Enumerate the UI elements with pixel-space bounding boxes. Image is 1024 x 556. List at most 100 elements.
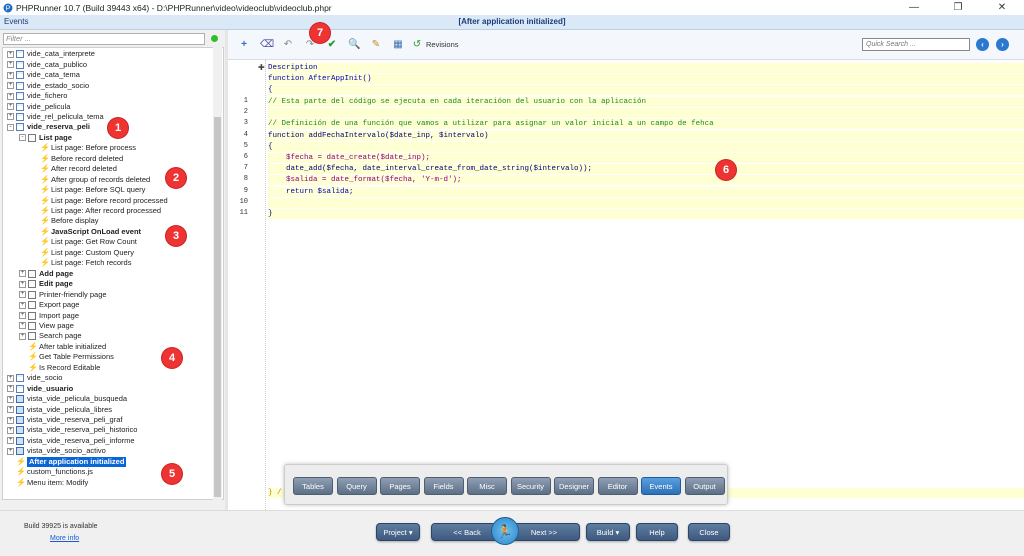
tree-item-event[interactable]: ⚡ After application initialized <box>7 456 127 468</box>
step-output-button[interactable]: Output <box>684 477 725 495</box>
expand-icon[interactable]: + <box>19 332 26 340</box>
tree-item-event[interactable]: ⚡ Menu item: Modify <box>7 477 88 488</box>
step-query-button[interactable]: Query <box>336 477 377 495</box>
step-fields-button[interactable]: Fields <box>423 477 464 495</box>
more-info-link[interactable]: More info <box>50 535 79 542</box>
tree-item-event[interactable]: ⚡ After record deleted <box>31 164 117 175</box>
expand-icon[interactable]: + <box>7 416 14 424</box>
filter-input[interactable]: Filter ... <box>3 33 205 45</box>
step-misc-button[interactable]: Misc <box>467 477 507 495</box>
tree-item-view[interactable]: + vista_vide_reserva_peli_historico <box>7 425 137 436</box>
expand-icon[interactable]: + <box>7 103 14 110</box>
tree-item-event[interactable]: ⚡ Is Record Editable <box>19 363 100 374</box>
tree-item-table[interactable]: + vide_cata_interprete <box>7 49 95 60</box>
search-next-icon[interactable]: › <box>996 38 1009 51</box>
expand-icon[interactable]: + <box>19 312 26 319</box>
tree-item-view[interactable]: + vista_vide_socio_activo <box>7 446 106 457</box>
tree-item-event[interactable]: ⚡ custom_functions.js <box>7 467 93 478</box>
tree-item-page[interactable]: + Edit page <box>19 279 73 290</box>
revisions-icon[interactable]: ↺ <box>411 39 423 51</box>
expand-icon[interactable]: + <box>19 270 26 278</box>
build-button[interactable]: Build ▾ <box>586 523 630 541</box>
undo-icon[interactable]: ↶ <box>282 39 294 51</box>
tree-item-event[interactable]: ⚡ List page: Before SQL query <box>31 185 145 196</box>
tree-item-event[interactable]: ⚡ List page: Before process <box>31 143 136 154</box>
expand-icon[interactable]: + <box>7 437 14 445</box>
tree-item-event[interactable]: ⚡ After group of records deleted <box>31 174 150 185</box>
tree-item-event[interactable]: ⚡ JavaScript OnLoad event <box>31 227 141 238</box>
tree-item-page[interactable]: + Printer-friendly page <box>19 289 107 300</box>
tree-item-view[interactable]: + vista_vide_reserva_peli_graf <box>7 415 122 426</box>
expand-icon[interactable]: + <box>19 280 26 288</box>
help-button[interactable]: Help <box>636 523 678 541</box>
tree-item-table[interactable]: + vide_cata_tema <box>7 70 80 81</box>
tree-item-event[interactable]: ⚡ After table initialized <box>19 342 106 353</box>
quick-search-input[interactable]: Quick Search ... <box>862 38 970 51</box>
tree-item-event[interactable]: ⚡ Before display <box>31 216 99 227</box>
step-designer-button[interactable]: Designer <box>554 477 594 495</box>
step-editor-button[interactable]: Editor <box>597 477 638 495</box>
step-tables-button[interactable]: Tables <box>293 477 333 495</box>
project-button[interactable]: Project ▾ <box>376 523 420 541</box>
step-events-button[interactable]: Events <box>641 477 681 495</box>
tree-item-page[interactable]: + Search page <box>19 331 82 342</box>
tree-item-page[interactable]: + Export page <box>19 300 79 311</box>
tree-item-event[interactable]: ⚡ Before record deleted <box>31 154 123 165</box>
tree-item-page[interactable]: + View page <box>19 321 74 332</box>
tree-item-view[interactable]: + vista_vide_pelicula_busqueda <box>7 394 127 405</box>
eraser-icon[interactable]: ⌫ <box>260 39 274 51</box>
expand-icon[interactable]: + <box>19 291 26 299</box>
close-window-button[interactable]: ✕ <box>980 0 1024 15</box>
tree-item-event[interactable]: ⚡ List page: Before record processed <box>31 195 168 206</box>
expand-icon[interactable]: + <box>7 61 14 69</box>
revisions-button[interactable]: Revisions <box>426 40 459 49</box>
sql-icon[interactable]: ▦ <box>392 39 404 51</box>
tree-item-view[interactable]: + vista_vide_reserva_peli_informe <box>7 436 135 447</box>
expand-icon[interactable]: + <box>7 82 14 90</box>
step-security-button[interactable]: Security <box>510 477 551 495</box>
tree-item-table[interactable]: + vide_usuario <box>7 383 73 394</box>
collapse-icon[interactable]: ✚ <box>258 63 265 72</box>
run-icon[interactable]: 🏃 <box>491 517 519 545</box>
check-icon[interactable]: ✔ <box>326 39 338 51</box>
tree-item-table[interactable]: + vide_pelicula <box>7 101 70 112</box>
expand-icon[interactable]: + <box>7 71 14 79</box>
expand-icon[interactable]: + <box>19 301 26 309</box>
expand-icon[interactable]: + <box>7 447 14 455</box>
expand-icon[interactable]: + <box>7 406 14 414</box>
tree-item-table[interactable]: + vide_cata_publico <box>7 59 87 70</box>
tree-item-event[interactable]: ⚡ List page: Custom Query <box>31 248 134 259</box>
tree-item-table[interactable]: + vide_fichero <box>7 91 67 102</box>
tree-item-table[interactable]: + vide_estado_socio <box>7 80 89 91</box>
code-editor[interactable]: ✚ Description function AfterAppInit() { … <box>228 60 1024 510</box>
expand-icon[interactable]: + <box>19 322 26 330</box>
tree-item-view[interactable]: + vista_vide_pelicula_libres <box>7 404 112 415</box>
collapse-icon[interactable]: - <box>19 134 26 142</box>
step-pages-button[interactable]: Pages <box>380 477 420 495</box>
tree-item-table[interactable]: + vide_socio <box>7 373 62 384</box>
expand-icon[interactable]: + <box>7 374 14 382</box>
maximize-button[interactable]: ❐ <box>936 0 980 15</box>
expand-icon[interactable]: + <box>7 426 14 434</box>
search-prev-icon[interactable]: ‹ <box>976 38 989 51</box>
insert-icon[interactable]: ✎ <box>370 39 382 51</box>
scrollbar-thumb[interactable] <box>214 117 221 497</box>
tree-item-page[interactable]: + Import page <box>19 310 79 321</box>
tree-item-table[interactable]: + vide_rel_pelicula_tema <box>7 112 104 123</box>
expand-icon[interactable]: + <box>7 92 14 100</box>
tree-item-table[interactable]: - vide_reserva_peli <box>7 122 90 133</box>
expand-icon[interactable]: + <box>7 395 14 403</box>
plus-icon[interactable]: + <box>238 39 250 51</box>
expand-icon[interactable]: + <box>7 385 14 393</box>
tree-item-event[interactable]: ⚡ List page: Fetch records <box>31 258 131 269</box>
tree-item-event[interactable]: ⚡ Get Table Permissions <box>19 352 114 363</box>
close-button[interactable]: Close <box>688 523 730 541</box>
minimize-button[interactable]: — <box>892 0 936 15</box>
tree-item-event[interactable]: ⚡ List page: Get Row Count <box>31 237 137 248</box>
tree-item-page[interactable]: + Add page <box>19 268 73 279</box>
tree-item-page[interactable]: - List page <box>19 133 72 144</box>
collapse-icon[interactable]: - <box>7 123 14 131</box>
expand-icon[interactable]: + <box>7 50 14 58</box>
tree-item-event[interactable]: ⚡ List page: After record processed <box>31 206 161 217</box>
find-icon[interactable]: 🔍 <box>348 39 360 51</box>
